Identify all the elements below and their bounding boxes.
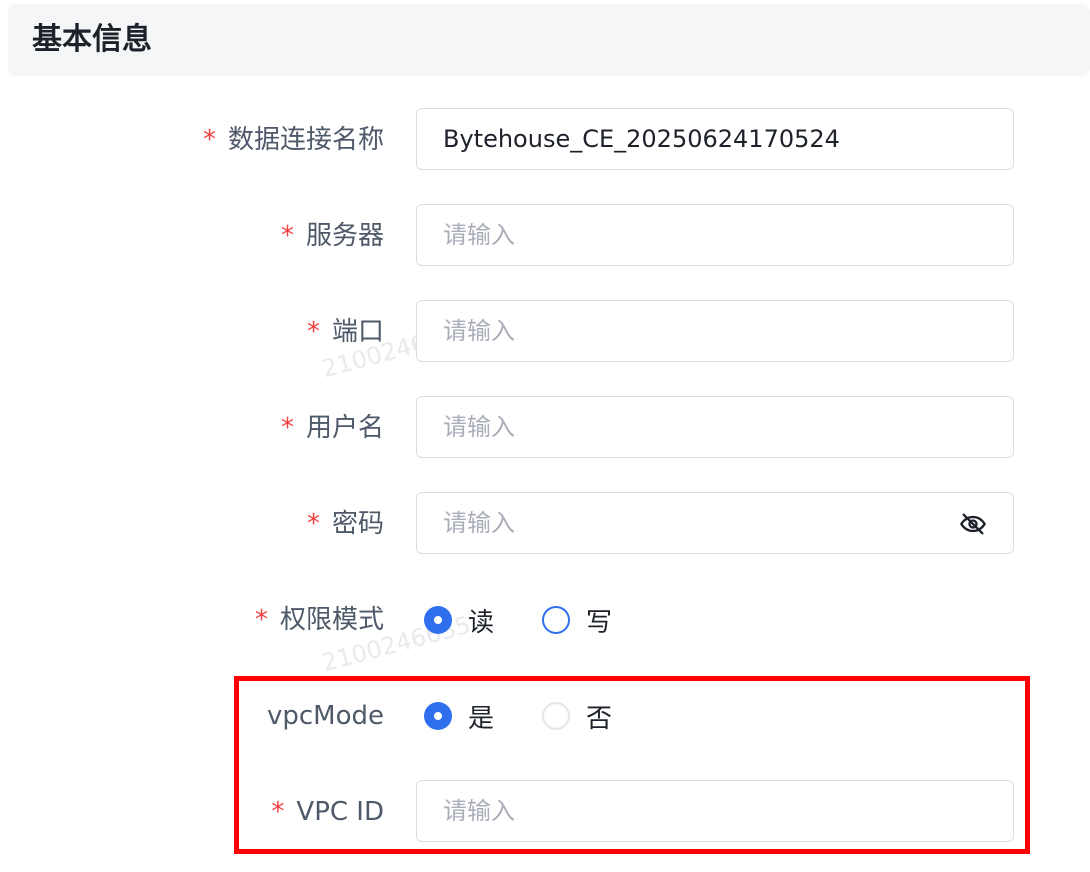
section-header: 基本信息 bbox=[8, 4, 1090, 76]
required-mark: * bbox=[306, 509, 320, 539]
radio-unchecked-icon bbox=[542, 606, 571, 634]
password-input[interactable]: 请输入 bbox=[416, 492, 1014, 554]
connection-name-value: Bytehouse_CE_20250624170524 bbox=[443, 125, 840, 153]
connection-name-label: * 数据连接名称 bbox=[202, 125, 384, 155]
required-mark: * bbox=[254, 605, 268, 635]
username-label: * 用户名 bbox=[280, 413, 384, 443]
username-placeholder: 请输入 bbox=[443, 413, 515, 441]
radio-read[interactable]: 读 bbox=[424, 602, 494, 639]
radio-write[interactable]: 写 bbox=[542, 602, 612, 639]
form-row-username: * 用户名 请输入 bbox=[0, 396, 1090, 460]
form-row-server: * 服务器 请输入 bbox=[0, 204, 1090, 268]
radio-write-label: 写 bbox=[586, 607, 613, 638]
form-row-port: * 端口 请输入 bbox=[0, 300, 1090, 364]
password-placeholder: 请输入 bbox=[443, 509, 515, 537]
username-input[interactable]: 请输入 bbox=[416, 396, 1014, 458]
radio-read-label: 读 bbox=[468, 607, 495, 638]
section-title: 基本信息 bbox=[32, 22, 152, 57]
server-placeholder: 请输入 bbox=[443, 221, 515, 249]
form-row-connection-name: * 数据连接名称 Bytehouse_CE_20250624170524 bbox=[0, 108, 1090, 172]
required-mark: * bbox=[306, 317, 320, 347]
highlight-box bbox=[234, 676, 1030, 854]
permission-mode-label: * 权限模式 bbox=[254, 605, 384, 635]
permission-mode-radio-group: 读 写 bbox=[424, 588, 660, 652]
required-mark: * bbox=[202, 125, 216, 155]
form-row-password: * 密码 请输入 bbox=[0, 492, 1090, 556]
radio-checked-icon bbox=[424, 606, 452, 634]
password-label: * 密码 bbox=[306, 509, 384, 539]
form-row-permission-mode: * 权限模式 读 写 bbox=[0, 588, 1090, 652]
port-placeholder: 请输入 bbox=[443, 317, 515, 345]
port-label: * 端口 bbox=[306, 317, 384, 347]
server-label: * 服务器 bbox=[280, 221, 384, 251]
eye-slash-icon[interactable] bbox=[959, 510, 987, 538]
required-mark: * bbox=[280, 413, 294, 443]
server-input[interactable]: 请输入 bbox=[416, 204, 1014, 266]
required-mark: * bbox=[280, 221, 294, 251]
form-page: 2100246635 2100246635 2100246635 基本信息 *数… bbox=[0, 0, 1090, 872]
connection-name-input[interactable]: Bytehouse_CE_20250624170524 bbox=[416, 108, 1014, 170]
port-input[interactable]: 请输入 bbox=[416, 300, 1014, 362]
